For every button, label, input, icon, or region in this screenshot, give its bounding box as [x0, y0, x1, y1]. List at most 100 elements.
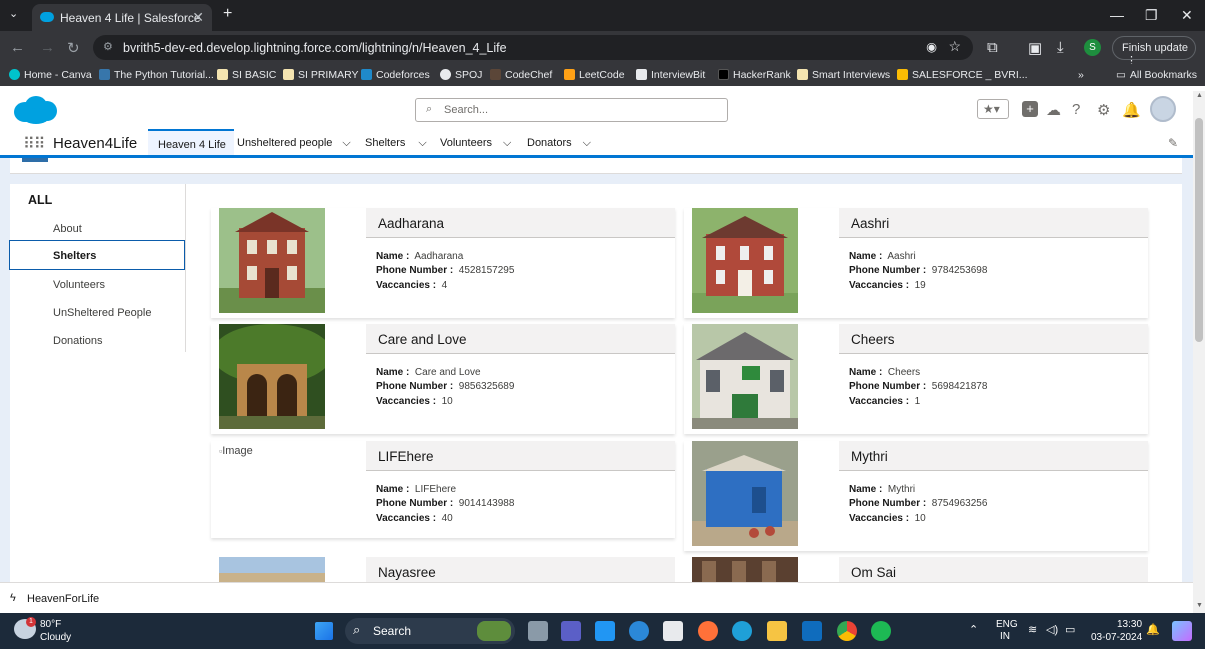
browser-tab-active[interactable]: Heaven 4 Life | Salesforce ✕ — [32, 4, 212, 31]
shelter-vacancies-field: Vaccancies : 4 — [376, 280, 448, 291]
bookmark-item[interactable]: CodeChef — [490, 69, 552, 81]
shelter-card[interactable]: Nayasree — [211, 557, 675, 582]
new-tab-button[interactable]: + — [223, 5, 232, 23]
forward-icon[interactable]: → — [40, 39, 55, 56]
file-explorer-icon[interactable] — [767, 621, 787, 641]
notifications-bell-icon[interactable]: 🔔 — [1122, 101, 1141, 119]
all-bookmarks[interactable]: ▭ All Bookmarks — [1116, 69, 1197, 81]
bookmark-item[interactable]: The Python Tutorial... — [99, 69, 214, 81]
sidebar-item-volunteers[interactable]: Volunteers — [10, 270, 186, 299]
bookmark-item[interactable]: Smart Interviews — [797, 69, 890, 81]
region-indicator[interactable]: IN — [1000, 631, 1010, 642]
close-tab-icon[interactable]: ✕ — [192, 9, 204, 26]
scroll-up-arrow-icon[interactable]: ▲ — [1196, 92, 1203, 99]
bookmark-item[interactable]: LeetCode — [564, 69, 625, 81]
app-navigation-bar: ⠿⠿ Heaven4Life Heaven 4 Life Unsheltered… — [0, 129, 1193, 158]
close-window-icon[interactable]: ✕ — [1181, 7, 1193, 24]
download-icon[interactable]: ⤓ — [1057, 39, 1064, 56]
shelter-card[interactable]: ▫Image LIFEhere Name : LIFEhere Phone Nu… — [211, 441, 675, 538]
bookmark-item[interactable]: SI BASIC — [217, 69, 276, 81]
tray-overflow-icon[interactable]: ⌃ — [969, 623, 978, 636]
bookmark-item[interactable]: SPOJ — [440, 69, 482, 81]
more-bookmarks-icon[interactable]: » — [1078, 69, 1084, 81]
strip-accent — [22, 158, 48, 162]
shelter-card[interactable]: Cheers Name : Cheers Phone Number : 5698… — [684, 324, 1148, 434]
tab-unsheltered-people[interactable]: Unsheltered people ⌵ — [237, 129, 351, 155]
taskbar-search[interactable]: ⌕ Search — [345, 618, 515, 644]
user-avatar[interactable] — [1150, 96, 1176, 122]
minimize-icon[interactable]: — — [1110, 7, 1124, 23]
scroll-down-arrow-icon[interactable]: ▼ — [1196, 602, 1203, 609]
shelter-card[interactable]: Mythri Name : Mythri Phone Number : 8754… — [684, 441, 1148, 551]
windows-start-icon[interactable] — [315, 622, 333, 640]
notification-bell-icon[interactable]: 🔔 — [1146, 623, 1160, 636]
sidebar-item-shelters[interactable]: Shelters — [9, 240, 185, 270]
chrome-icon[interactable] — [837, 621, 857, 641]
shelter-photo — [219, 208, 325, 313]
edit-nav-pencil-icon[interactable]: ✎ — [1168, 136, 1178, 150]
scrollbar-thumb[interactable] — [1195, 118, 1203, 342]
firefox-icon[interactable] — [698, 621, 718, 641]
app-launcher-icon[interactable]: ⠿⠿ — [23, 134, 45, 154]
shelter-card[interactable]: Aashri Name : Aashri Phone Number : 9784… — [684, 208, 1148, 318]
tab-groups-icon[interactable]: ▣ — [1028, 39, 1042, 57]
shelter-title: Cheers — [839, 324, 1148, 354]
app-name: Heaven4Life — [53, 135, 138, 152]
utility-item-heavenforlife[interactable]: HeavenForLife — [27, 593, 99, 605]
tab-donators[interactable]: Donators ⌵ — [527, 129, 591, 155]
edge-icon[interactable] — [732, 621, 752, 641]
profile-avatar[interactable]: S — [1084, 39, 1101, 56]
weather-desc[interactable]: Cloudy — [40, 632, 71, 643]
global-actions-icon[interactable]: + — [1022, 101, 1038, 117]
battery-icon[interactable]: ▭ — [1065, 623, 1075, 636]
teams-icon[interactable] — [561, 621, 581, 641]
bookmark-item[interactable]: Home - Canva — [9, 69, 92, 81]
global-search-input[interactable]: ⌕ Search... — [415, 98, 728, 122]
help-icon[interactable]: ? — [1072, 101, 1080, 118]
wifi-icon[interactable]: ≋ — [1028, 623, 1037, 636]
store-icon[interactable] — [663, 621, 683, 641]
shelter-phone-field: Phone Number : 9014143988 — [376, 498, 515, 509]
site-info-icon[interactable]: ⚙ — [103, 40, 113, 53]
url-field[interactable]: ⚙ bvrith5-dev-ed.develop.lightning.force… — [93, 35, 973, 60]
clock-date[interactable]: 03-07-2024 — [1091, 632, 1142, 643]
trailhead-icon[interactable]: ☁ — [1046, 101, 1061, 119]
tab-heaven-4-life[interactable]: Heaven 4 Life — [148, 129, 234, 155]
shelter-card[interactable]: Care and Love Name : Care and Love Phone… — [211, 324, 675, 434]
back-icon[interactable]: ← — [10, 39, 25, 56]
mdm-app-icon[interactable] — [595, 621, 615, 641]
bookmark-item[interactable]: Codeforces — [361, 69, 430, 81]
sidebar-item-about[interactable]: About — [10, 214, 186, 243]
sidebar-item-donations[interactable]: Donations — [10, 326, 186, 355]
bookmark-star-icon[interactable]: ☆ — [948, 38, 961, 55]
restore-icon[interactable]: ❐ — [1145, 7, 1158, 24]
salesforce-logo[interactable] — [12, 95, 58, 125]
setup-gear-icon[interactable]: ⚙ — [1097, 101, 1110, 119]
copilot-icon[interactable] — [1172, 621, 1192, 641]
bookmark-item[interactable]: HackerRank — [718, 69, 791, 81]
favorites-star-icon[interactable]: ★▾ — [977, 99, 1009, 119]
tab-shelters[interactable]: Shelters ⌵ — [365, 129, 427, 155]
bookmark-item[interactable]: SI PRIMARY — [283, 69, 359, 81]
tab-volunteers[interactable]: Volunteers ⌵ — [440, 129, 511, 155]
task-view-icon[interactable] — [528, 621, 548, 641]
help-app-icon[interactable] — [629, 621, 649, 641]
language-indicator[interactable]: ENG — [996, 619, 1018, 630]
weather-temp[interactable]: 80°F — [40, 619, 61, 630]
finish-update-button[interactable]: Finish update ⋮ — [1112, 36, 1196, 67]
shelter-name-field: Name : Care and Love — [376, 367, 481, 378]
shelter-title: Aashri — [839, 208, 1148, 238]
shelter-card[interactable]: Om Sai — [684, 557, 1148, 582]
bookmark-item[interactable]: InterviewBit — [636, 69, 705, 81]
volume-icon[interactable]: ◁) — [1046, 623, 1058, 636]
tab-search-icon[interactable]: ⌄ — [9, 7, 18, 20]
sidebar-item-unsheltered-people[interactable]: UnSheltered People — [10, 298, 186, 327]
spotify-icon[interactable] — [871, 621, 891, 641]
extensions-icon[interactable]: ⧉ — [987, 39, 998, 56]
shelter-card[interactable]: Aadharana Name : Aadharana Phone Number … — [211, 208, 675, 318]
bookmark-item[interactable]: SALESFORCE _ BVRI... — [897, 69, 1028, 81]
reload-icon[interactable]: ↻ — [67, 39, 80, 57]
eye-icon[interactable]: ◉ — [926, 39, 937, 54]
mail-icon[interactable] — [802, 621, 822, 641]
clock-time[interactable]: 13:30 — [1117, 619, 1142, 630]
